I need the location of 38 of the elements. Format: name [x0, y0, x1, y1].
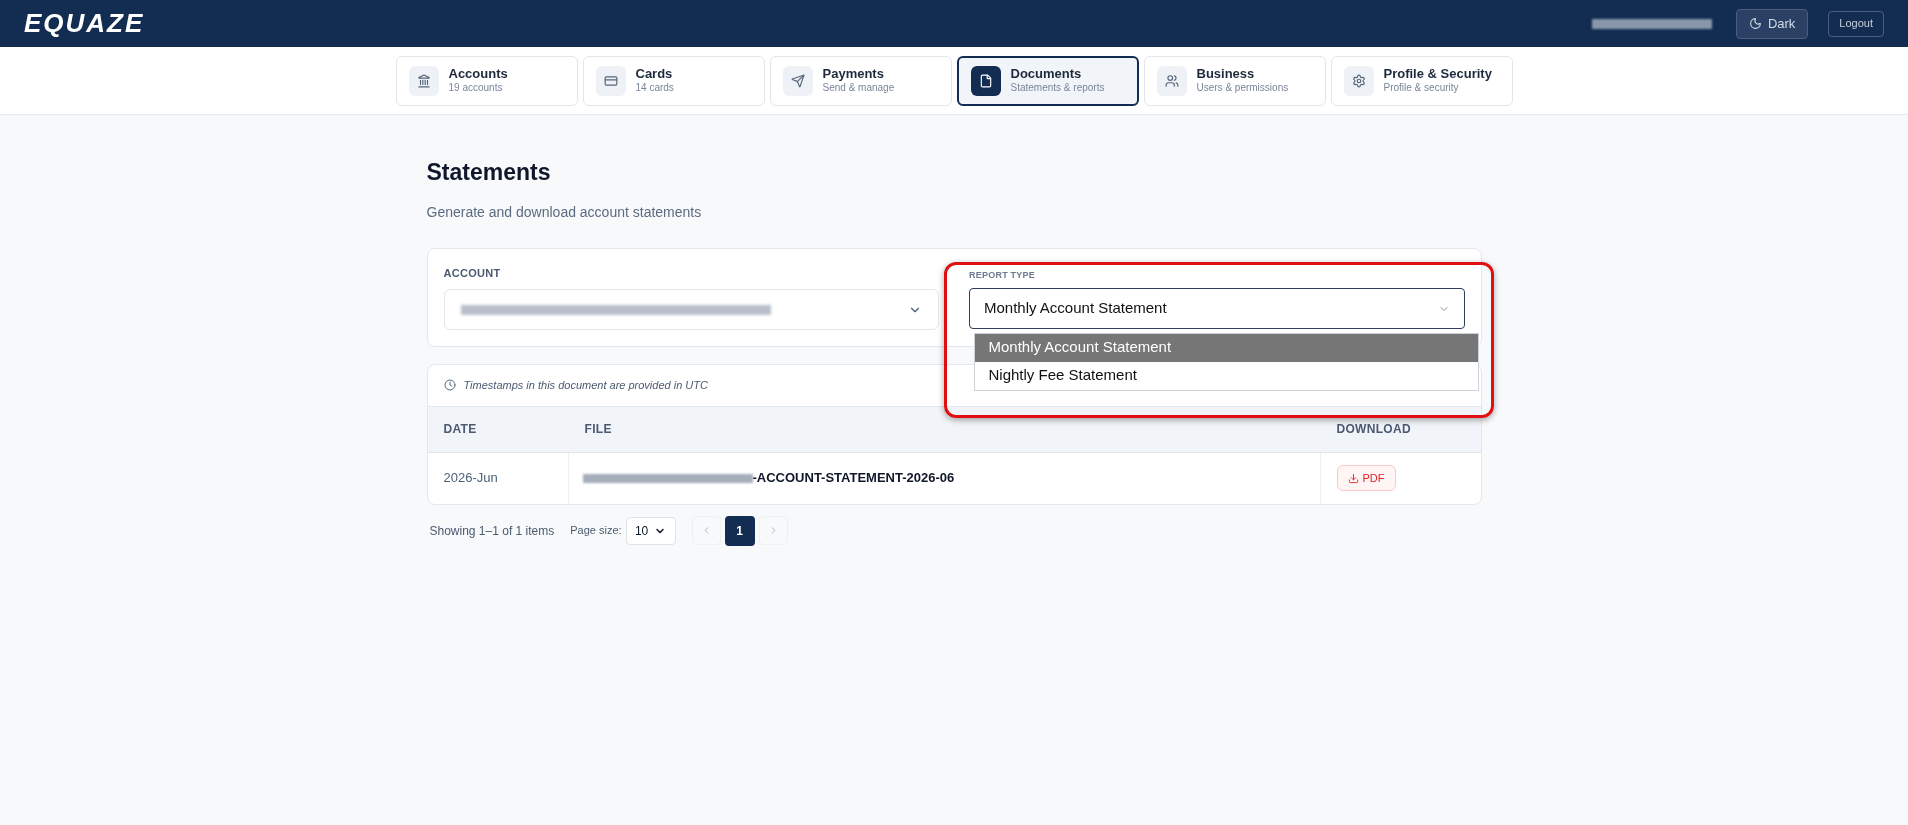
account-select[interactable]: [443, 289, 939, 330]
clock-icon: [443, 379, 456, 391]
report-type-label: REPORT TYPE: [969, 268, 1036, 282]
users-icon: [1164, 73, 1179, 88]
next-page-button[interactable]: [758, 516, 788, 545]
page-size-select[interactable]: 10: [625, 516, 676, 545]
page-button[interactable]: 1: [724, 515, 755, 546]
bank-icon: [416, 73, 431, 88]
card-icon: [603, 73, 618, 88]
date-cell-text: 2026-Jun: [443, 469, 498, 488]
nav-tab[interactable]: Cards 14 cards: [582, 55, 765, 106]
column-header: DATE: [442, 421, 478, 438]
file-name: -ACCOUNT-STATEMENT-2026-06: [752, 469, 955, 488]
pdf-download-button[interactable]: PDF: [1336, 465, 1396, 491]
page-subtitle: Generate and download account statements: [426, 202, 703, 222]
timezone-notice: Timestamps in this document are provided in UTC: [463, 377, 708, 393]
nav-tab[interactable]: Business Users & permissions: [1143, 55, 1326, 106]
nav-tab[interactable]: Payments Send & manage: [769, 55, 952, 106]
nav-tab[interactable]: Documents Statements & reports: [956, 55, 1139, 106]
page-size-label: Page size:: [570, 523, 622, 539]
account-label: ACCOUNT: [443, 265, 502, 281]
theme-button[interactable]: Dark: [1735, 8, 1809, 39]
settings-icon: [1351, 73, 1366, 88]
items-summary: Showing 1–1 of 1 items: [429, 522, 555, 540]
send-icon: [790, 73, 805, 88]
nav-tab[interactable]: Profile & Security Profile & security: [1330, 55, 1513, 106]
column-header: FILE: [583, 421, 613, 438]
logout-button[interactable]: Logout: [1828, 10, 1884, 37]
report-type-select[interactable]: Monthly Account Statement: [969, 288, 1465, 329]
document-icon: [978, 73, 993, 88]
previous-page-button[interactable]: [691, 516, 721, 545]
download-icon: [1347, 472, 1359, 484]
nav-tab[interactable]: Accounts 19 accounts: [395, 55, 578, 106]
moon-icon: [1748, 17, 1762, 30]
brand-logo: EQUAZE: [24, 7, 145, 40]
dropdown-option[interactable]: Monthly Account Statement: [974, 333, 1478, 362]
page-title: Statements: [426, 158, 552, 187]
column-header: DOWNLOAD: [1335, 421, 1412, 438]
